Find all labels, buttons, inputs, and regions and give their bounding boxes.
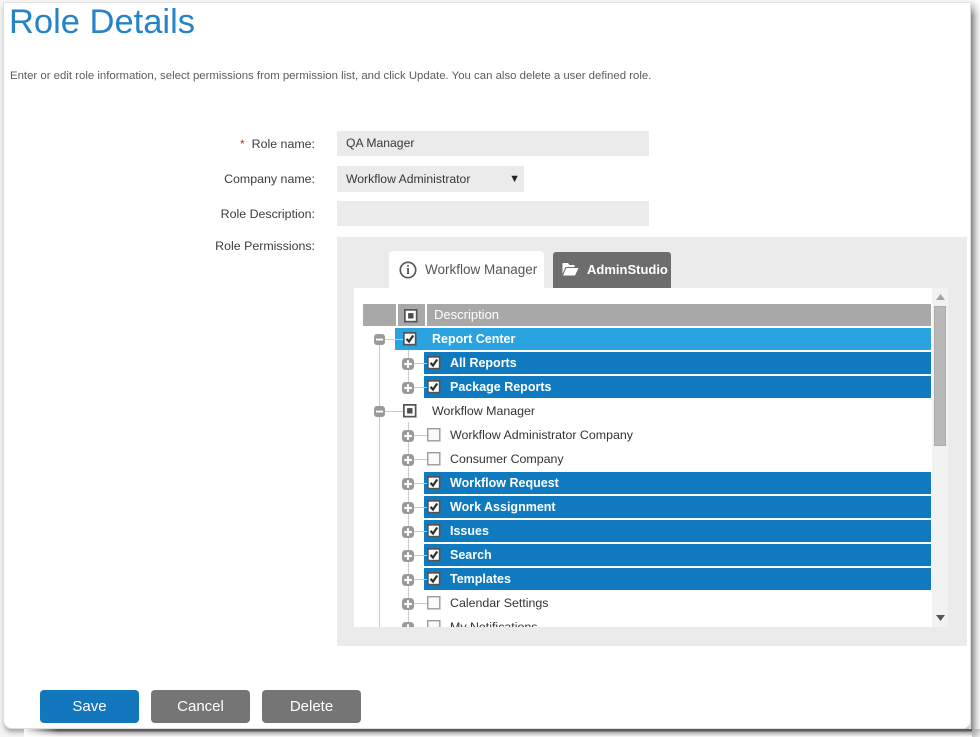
svg-text:i: i xyxy=(406,263,410,277)
